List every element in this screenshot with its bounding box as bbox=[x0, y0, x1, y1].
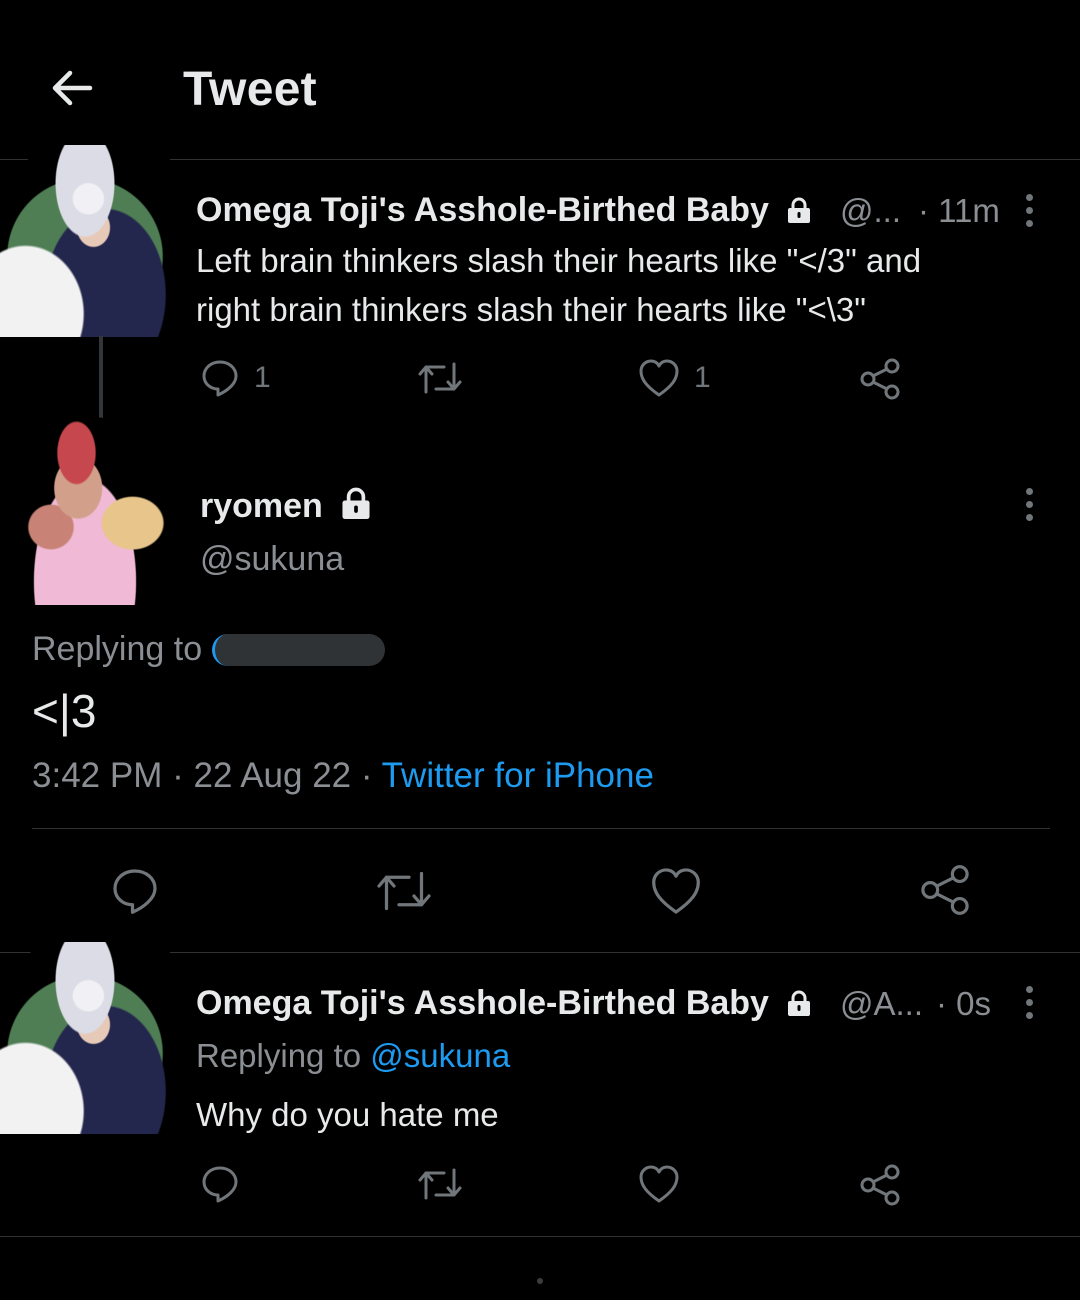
lock-icon bbox=[342, 487, 370, 519]
author-handle: @A... bbox=[840, 985, 924, 1022]
page-title: Tweet bbox=[183, 63, 317, 116]
redacted-handle[interactable] bbox=[211, 634, 385, 666]
retweet-icon bbox=[418, 1168, 462, 1200]
reply-icon bbox=[113, 869, 157, 914]
divider bbox=[32, 828, 1050, 829]
arrow-left-icon bbox=[52, 70, 93, 106]
tweet-text: <|3 bbox=[32, 685, 97, 737]
share-button[interactable] bbox=[918, 864, 972, 916]
back-button[interactable] bbox=[40, 56, 104, 120]
retweet-button[interactable] bbox=[416, 358, 464, 398]
share-icon bbox=[860, 1164, 900, 1206]
avatar[interactable] bbox=[0, 145, 170, 337]
tweet-time: 3:42 PM bbox=[32, 756, 163, 795]
replying-to: Replying to @sukuna bbox=[196, 1037, 511, 1074]
tweet-source-link[interactable]: Twitter for iPhone bbox=[382, 756, 654, 795]
reply-count: 1 bbox=[254, 361, 271, 394]
more-vertical-icon bbox=[1025, 193, 1033, 201]
divider bbox=[0, 1236, 1080, 1237]
share-icon bbox=[921, 865, 969, 915]
replying-to: Replying to bbox=[32, 630, 385, 669]
tweet-meta: 3:42 PM · 22 Aug 22 · Twitter for iPhone bbox=[32, 756, 654, 796]
heart-icon bbox=[639, 1165, 679, 1203]
tweet-time: · 0s bbox=[936, 985, 992, 1022]
share-button[interactable] bbox=[858, 358, 902, 400]
tweet-text: Left brain thinkers slash their hearts l… bbox=[196, 242, 922, 328]
retweet-icon bbox=[418, 362, 462, 394]
replying-handle-link[interactable]: @sukuna bbox=[370, 1037, 510, 1074]
tweet-text: Why do you hate me bbox=[196, 1096, 499, 1133]
author-name[interactable]: Omega Toji's Asshole-Birthed Baby bbox=[196, 984, 812, 1023]
retweet-icon bbox=[377, 871, 431, 911]
heart-icon bbox=[652, 868, 700, 914]
lock-icon bbox=[788, 990, 811, 1016]
author-handle: @sukuna bbox=[200, 540, 345, 578]
reply-button[interactable] bbox=[200, 1164, 240, 1204]
reply-icon bbox=[202, 1166, 238, 1203]
avatar[interactable] bbox=[0, 942, 170, 1134]
scroll-indicator bbox=[537, 1278, 543, 1284]
lock-icon bbox=[788, 197, 811, 223]
like-count: 1 bbox=[694, 361, 711, 394]
like-button[interactable]: 1 bbox=[638, 358, 711, 398]
more-vertical-icon bbox=[1025, 985, 1033, 993]
author-name[interactable]: Omega Toji's Asshole-Birthed Baby bbox=[196, 191, 812, 230]
more-vertical-icon bbox=[1025, 487, 1033, 495]
author-name[interactable]: ryomen bbox=[200, 487, 372, 526]
more-options-button[interactable] bbox=[1014, 977, 1044, 1027]
heart-icon bbox=[639, 359, 679, 397]
retweet-button[interactable] bbox=[416, 1164, 464, 1204]
tweet-date: · 22 Aug 22 · bbox=[172, 756, 373, 795]
share-icon bbox=[860, 358, 900, 400]
reply-button[interactable]: 1 bbox=[200, 358, 271, 398]
reply-icon bbox=[202, 360, 238, 397]
reply-button[interactable] bbox=[110, 866, 160, 916]
avatar[interactable] bbox=[0, 410, 170, 605]
more-options-button[interactable] bbox=[1014, 185, 1044, 235]
more-options-button[interactable] bbox=[1014, 479, 1044, 529]
tweet-time: · 11m bbox=[918, 192, 1000, 229]
top-bar: Tweet bbox=[0, 0, 1080, 160]
thread-line bbox=[99, 336, 103, 420]
share-button[interactable] bbox=[858, 1164, 902, 1206]
like-button[interactable] bbox=[650, 866, 702, 916]
like-button[interactable] bbox=[638, 1164, 680, 1204]
author-handle: @... bbox=[840, 192, 902, 229]
retweet-button[interactable] bbox=[374, 866, 434, 916]
